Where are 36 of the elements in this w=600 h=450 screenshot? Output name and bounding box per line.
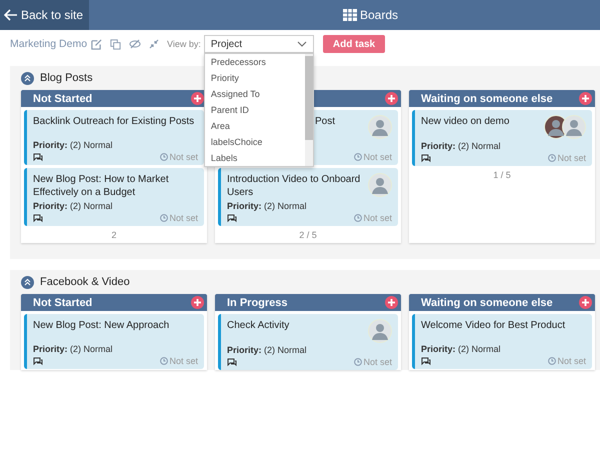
task-title: Welcome Video for Best Product — [421, 319, 566, 332]
priority-text: Priority: (2) Normal — [227, 345, 308, 355]
due-text: Not set — [363, 357, 392, 367]
column-title: Waiting on someone else — [421, 296, 553, 308]
column-title: Not Started — [33, 296, 92, 308]
board-name: Marketing Demo — [10, 38, 88, 50]
due-text: Not set — [363, 213, 392, 223]
priority-text: Priority: (2) Normal — [33, 344, 114, 354]
column-title: In Progress — [227, 296, 288, 308]
task-title: Check Activity — [227, 319, 290, 332]
column-count: 2 / 5 — [298, 229, 318, 242]
due-text: Not set — [169, 213, 198, 223]
task-title: New Blog Post: How to Market Effectively on a Budget — [33, 173, 170, 199]
priority-text: Priority: (2) Normal — [33, 140, 114, 150]
column-count: 1 / 5 — [492, 169, 512, 182]
due-text: Not set — [557, 153, 586, 163]
task-title: Introduction Video to Onboard Users — [227, 173, 362, 199]
task-title: Post — [315, 115, 336, 128]
column-title: Not Started — [33, 92, 92, 104]
section-title: Facebook & Video — [40, 276, 130, 288]
column-title: Waiting on someone else — [421, 92, 553, 104]
due-text: Not set — [169, 356, 198, 366]
column-count: 2 — [110, 229, 118, 242]
due-text: Not set — [363, 152, 392, 162]
page-title: Boards — [360, 8, 398, 22]
task-title: New video on demo — [421, 115, 510, 128]
priority-text: Priority: (2) Normal — [227, 201, 308, 211]
priority-text: Priority: (2) Normal — [421, 344, 502, 354]
due-text: Not set — [557, 356, 586, 366]
task-title: Backlink Outreach for Existing Posts — [33, 115, 194, 128]
view-by-label: View by: — [167, 39, 201, 49]
priority-text: Priority: (2) Normal — [421, 141, 502, 151]
section-title: Blog Posts — [40, 72, 93, 84]
due-text: Not set — [169, 152, 198, 162]
priority-text: Priority: (2) Normal — [33, 201, 114, 211]
task-title: New Blog Post: New Approach — [33, 319, 170, 332]
